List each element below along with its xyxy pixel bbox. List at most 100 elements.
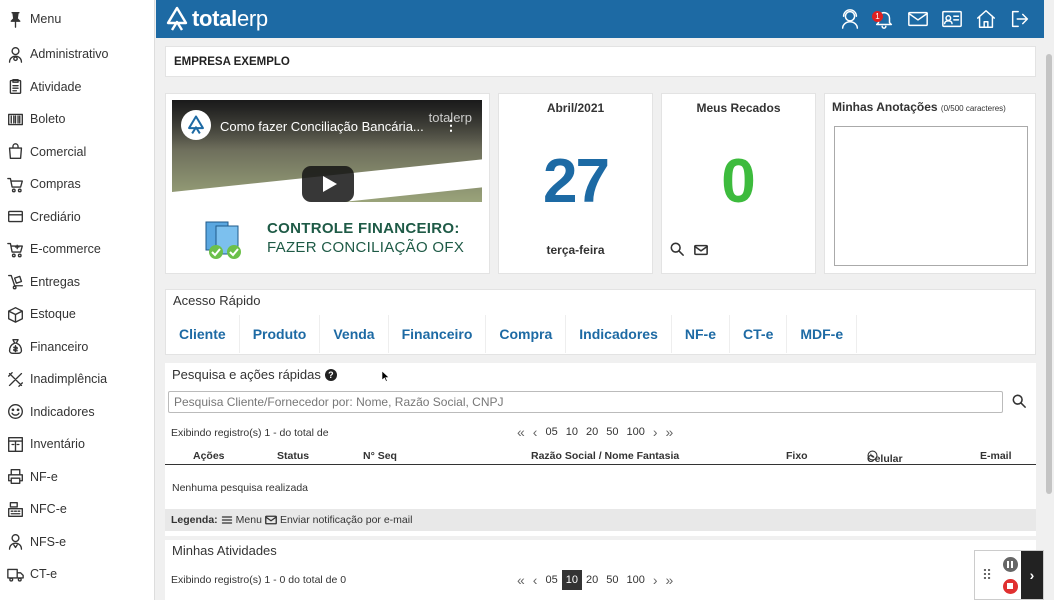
page-size-option[interactable]: 05 [541,422,561,442]
video-title[interactable]: Como fazer Conciliação Bancária... [220,119,424,134]
quick-access-title: Acesso Rápido [173,293,261,308]
page-size-option-active[interactable]: 10 [561,570,582,590]
quick-cliente-button[interactable]: Cliente [166,315,240,353]
page-scrollbar[interactable] [1044,38,1054,600]
quick-mdfe-button[interactable]: MDF-e [787,315,858,353]
support-agent-icon[interactable] [838,7,862,31]
sidebar-item-nfse[interactable]: NFS-e [0,526,154,559]
service-user-icon [6,533,24,551]
messages-card: Meus Recados 0 [661,93,816,274]
page-size-option[interactable]: 05 [541,570,561,590]
quick-venda-button[interactable]: Venda [320,315,389,353]
brand-logo[interactable]: total erp [166,6,268,32]
video-player[interactable]: Como fazer Conciliação Bancária... ⋮ tot… [172,100,482,266]
quick-cte-button[interactable]: CT-e [730,315,788,353]
sidebar-item-entregas[interactable]: Entregas [0,266,154,299]
play-button[interactable] [302,166,354,202]
column-header[interactable]: Status [277,450,309,462]
pause-button[interactable] [1002,556,1018,572]
search-panel: Pesquisa e ações rápidas ? Exibindo regi… [165,363,1036,536]
sidebar-item-crediario[interactable]: Crediário [0,201,154,234]
sidebar-item-atividade[interactable]: Atividade [0,71,154,104]
column-header[interactable]: Razão Social / Nome Fantasia [531,450,679,462]
tools-icon [6,370,24,388]
quick-indicadores-button[interactable]: Indicadores [566,315,672,353]
video-caption-line2: FAZER CONCILIAÇÃO OFX [267,239,465,256]
sidebar-item-inventario[interactable]: Inventário [0,428,154,461]
sidebar-item-administrativo[interactable]: Administrativo [0,38,154,71]
contact-card-icon[interactable] [940,7,964,31]
page-size-option[interactable]: 20 [582,570,602,590]
home-icon[interactable] [974,7,998,31]
scrollbar-thumb[interactable] [1046,54,1052,494]
sidebar-item-indicadores[interactable]: Indicadores [0,396,154,429]
last-page-icon[interactable]: » [662,422,678,442]
sidebar-item-estoque[interactable]: Estoque [0,298,154,331]
expand-chevron-icon[interactable]: › [1021,551,1043,599]
page-size-option[interactable]: 10 [562,422,582,442]
page-size-option[interactable]: 100 [622,422,648,442]
notes-textarea[interactable] [834,126,1028,266]
column-header[interactable]: E-mail [980,450,1012,462]
calendar-weekday: terça-feira [546,243,605,257]
mail-icon[interactable] [906,7,930,31]
sidebar-item-inadimplencia[interactable]: Inadimplência [0,363,154,396]
prev-page-icon[interactable]: ‹ [529,570,542,590]
quick-nfe-button[interactable]: NF-e [672,315,731,353]
screen-recorder-widget: ⠿ › [974,550,1044,600]
page-size-option[interactable]: 20 [582,422,602,442]
sidebar-item-financeiro[interactable]: Financeiro [0,331,154,364]
column-header-celular[interactable]: Celular [867,450,903,465]
sidebar-item-nfe[interactable]: NF-e [0,461,154,494]
search-input[interactable] [168,391,1003,413]
drag-handle-icon[interactable]: ⠿ [975,551,999,599]
notes-card: Minhas Anotações (0/500 caracteres) [824,93,1036,274]
next-page-icon[interactable]: › [649,422,662,442]
page-size-option[interactable]: 100 [622,570,648,590]
brand-name-light: erp [236,6,268,31]
sidebar-item-compras[interactable]: Compras [0,168,154,201]
stop-button[interactable] [1002,578,1018,594]
sidebar-item-label: NFC-e [30,502,67,517]
column-header[interactable]: Fixo [786,450,808,462]
bell-icon[interactable]: 1 [872,7,896,31]
sidebar-item-menu[interactable]: Menu [0,0,154,38]
logout-icon[interactable] [1008,7,1032,31]
results-info: Exibindo registro(s) 1 - do total de [171,427,329,439]
sidebar-item-nfce[interactable]: NFC-e [0,493,154,526]
sidebar-item-label: Inventário [30,437,85,452]
sidebar-item-label: Compras [30,177,81,192]
sidebar-item-boleto[interactable]: Boleto [0,103,154,136]
logo-mark-icon [166,6,188,31]
sidebar-item-label: Atividade [30,79,82,94]
first-page-icon[interactable]: « [513,422,529,442]
column-header[interactable]: N° Seq [363,450,397,462]
last-page-icon[interactable]: » [662,570,678,590]
money-bag-icon [6,338,24,356]
column-header[interactable]: Ações [193,450,225,462]
first-page-icon[interactable]: « [513,570,529,590]
help-icon[interactable]: ? [324,368,337,381]
sidebar-item-ecommerce[interactable]: E-commerce [0,233,154,266]
sidebar-item-comercial[interactable]: Comercial [0,136,154,169]
quick-produto-button[interactable]: Produto [240,315,321,353]
mail-icon[interactable] [694,243,708,260]
legend-mail-text: Enviar notificação por e-mail [279,514,413,526]
sidebar-item-cte[interactable]: CT-e [0,558,154,591]
inventory-icon [6,435,24,453]
search-icon[interactable] [1012,394,1028,410]
channel-avatar[interactable] [181,110,211,140]
sidebar: Menu Administrativo Atividade Boleto Com… [0,0,155,600]
page-size-option[interactable]: 50 [602,422,622,442]
calendar-card: Abril/2021 27 terça-feira [498,93,653,274]
next-page-icon[interactable]: › [649,570,662,590]
quick-compra-button[interactable]: Compra [486,315,567,353]
search-icon[interactable] [670,242,684,259]
sidebar-item-label: CT-e [30,567,58,582]
page-size-option[interactable]: 50 [602,570,622,590]
quick-financeiro-button[interactable]: Financeiro [389,315,487,353]
prev-page-icon[interactable]: ‹ [529,422,542,442]
box-icon [6,305,24,323]
quick-access-panel: Acesso Rápido Cliente Produto Venda Fina… [165,289,1036,355]
empty-results-message: Nenhuma pesquisa realizada [172,482,309,494]
